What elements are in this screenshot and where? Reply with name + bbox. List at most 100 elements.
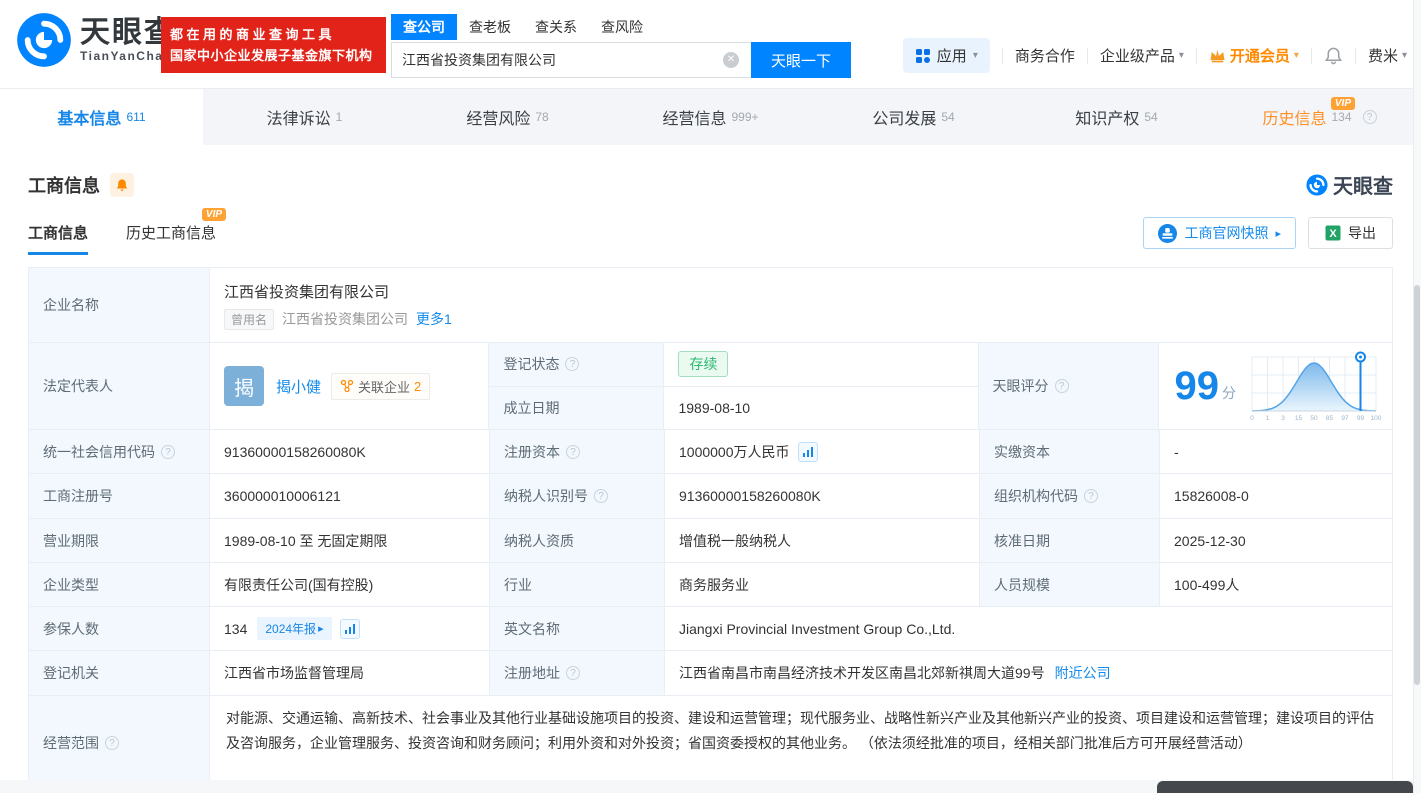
score-unit: 分: [1222, 383, 1236, 403]
score-cell: 99 分 0131550859799100: [1159, 343, 1393, 429]
search-widget: 查公司 查老板 查关系 查风险 ✕ 天眼一下: [391, 14, 851, 78]
tab-operating-risk[interactable]: 经营风险 78: [406, 89, 609, 145]
tab-label: 基本信息: [57, 105, 121, 129]
tab-legal-proceedings[interactable]: 法律诉讼 1: [203, 89, 406, 145]
help-icon[interactable]: ?: [105, 736, 119, 750]
insured-label: 参保人数: [29, 607, 210, 650]
clear-icon[interactable]: ✕: [723, 52, 739, 68]
nav-apps[interactable]: 应用 ▾: [903, 38, 990, 73]
insured-cell: 134 2024年报 ▸: [210, 607, 490, 650]
search-tab-company[interactable]: 查公司: [391, 14, 457, 40]
staff-size-label: 人员规模: [980, 563, 1160, 606]
nearby-companies-link[interactable]: 附近公司: [1055, 663, 1111, 683]
table-row: 登记状态? 存续: [489, 343, 977, 387]
more-link[interactable]: 更多1: [416, 309, 452, 329]
help-icon[interactable]: ?: [566, 445, 580, 459]
status-date-group: 登记状态? 存续 成立日期 1989-08-10: [489, 343, 978, 429]
help-icon[interactable]: ?: [565, 357, 579, 371]
company-type-cell: 有限责任公司(国有控股): [210, 563, 490, 606]
help-icon[interactable]: ?: [594, 489, 608, 503]
export-button[interactable]: X 导出: [1308, 217, 1393, 249]
paid-capital-label: 实缴资本: [980, 430, 1160, 473]
nav-user[interactable]: 费米 ▾: [1368, 45, 1407, 66]
tab-basic-info[interactable]: 基本信息 611: [0, 89, 203, 145]
help-icon[interactable]: ?: [161, 445, 175, 459]
search-input[interactable]: [391, 42, 751, 78]
help-icon[interactable]: ?: [566, 666, 580, 680]
reg-capital-cell: 1000000万人民币: [665, 430, 980, 473]
reg-authority-label: 登记机关: [29, 651, 210, 695]
business-term-cell: 1989-08-10 至 无固定期限: [210, 519, 490, 562]
search-button[interactable]: 天眼一下: [751, 42, 851, 78]
reg-authority-cell: 江西省市场监督管理局: [210, 651, 490, 695]
trend-chart-icon[interactable]: [798, 442, 818, 462]
annual-report-badge[interactable]: 2024年报 ▸: [257, 617, 331, 640]
scrollbar[interactable]: [1413, 0, 1421, 793]
divider: [1196, 48, 1197, 64]
tab-count: 611: [126, 110, 145, 124]
tab-count: 134: [1331, 110, 1351, 124]
legal-rep-name[interactable]: 揭小健: [276, 376, 321, 397]
label-text: 登记状态: [503, 354, 559, 374]
help-icon[interactable]: ?: [1084, 489, 1098, 503]
legal-rep-label: 法定代表人: [29, 343, 210, 429]
tab-business-info[interactable]: 经营信息 999+: [609, 89, 812, 145]
snapshot-button[interactable]: 工商官网快照 ▸: [1143, 217, 1296, 249]
label-text: 注册地址: [504, 663, 560, 683]
tab-history-info[interactable]: VIP 历史信息 134 ?: [1218, 89, 1421, 145]
tab-company-development[interactable]: 公司发展 54: [812, 89, 1015, 145]
search-tab-risk[interactable]: 查风险: [589, 14, 655, 40]
subtabs: 工商信息 历史工商信息 VIP: [28, 222, 216, 255]
table-row: 企业类型 有限责任公司(国有控股) 行业 商务服务业 人员规模 100-499人: [29, 563, 1392, 607]
top-nav: 应用 ▾ 商务合作 企业级产品 ▾ 开通会员 ▾: [903, 38, 1407, 73]
bottom-strip: [0, 780, 1421, 793]
reg-number-label: 工商注册号: [29, 474, 210, 518]
tab-count: 1: [336, 110, 343, 124]
vip-badge: VIP: [1331, 97, 1355, 110]
alert-bell-icon[interactable]: [110, 173, 134, 197]
paid-capital-cell: -: [1160, 430, 1392, 473]
related-company-badge[interactable]: 关联企业 2: [331, 373, 430, 400]
stamp-icon: [1158, 224, 1177, 243]
divider: [1355, 48, 1356, 64]
search-tab-boss[interactable]: 查老板: [457, 14, 523, 40]
label-text: 统一社会信用代码: [43, 442, 155, 462]
table-row: 统一社会信用代码? 91360000158260080K 注册资本? 10000…: [29, 430, 1392, 474]
scrollbar-thumb[interactable]: [1414, 285, 1420, 685]
search-tab-relation[interactable]: 查关系: [523, 14, 589, 40]
company-name: 江西省投资集团有限公司: [224, 281, 389, 302]
tianyancha-logo-icon: [16, 12, 72, 68]
trend-chart-icon[interactable]: [340, 619, 360, 639]
nav-user-label: 费米: [1368, 45, 1398, 66]
legal-rep-avatar[interactable]: 揭: [224, 366, 264, 406]
nav-open-vip[interactable]: 开通会员 ▾: [1209, 45, 1299, 66]
excel-icon: X: [1325, 225, 1341, 241]
table-row: 工商注册号 360000010006121 纳税人识别号? 9136000015…: [29, 474, 1392, 519]
vip-badge: VIP: [202, 208, 226, 221]
nav-business-coop[interactable]: 商务合作: [1015, 45, 1075, 66]
org-code-cell: 15826008-0: [1160, 474, 1392, 518]
help-icon[interactable]: ?: [1055, 379, 1069, 393]
notification-bell-icon[interactable]: [1324, 46, 1343, 65]
insured-count: 134: [224, 621, 247, 637]
subtab-business-info[interactable]: 工商信息: [28, 222, 88, 255]
tab-intellectual-property[interactable]: 知识产权 54: [1015, 89, 1218, 145]
score-chart[interactable]: 0131550859799100: [1246, 349, 1384, 423]
watermark-bar: [1157, 781, 1413, 793]
business-info-table: 企业名称 江西省投资集团有限公司 曾用名 江西省投资集团公司 更多1 法定代表人…: [28, 267, 1393, 791]
tab-count: 54: [941, 110, 954, 124]
nav-enterprise-product[interactable]: 企业级产品 ▾: [1100, 45, 1184, 66]
divider: [1087, 48, 1088, 64]
tab-count: 999+: [731, 110, 758, 124]
tab-count: 54: [1144, 110, 1157, 124]
label-text: 注册资本: [504, 442, 560, 462]
watermark-text: 天眼查: [1333, 170, 1393, 199]
reg-number-cell: 360000010006121: [210, 474, 490, 518]
chevron-down-icon: ▾: [973, 50, 978, 61]
approval-date-cell: 2025-12-30: [1160, 519, 1392, 562]
help-icon[interactable]: ?: [1363, 110, 1377, 124]
arrow-right-icon: ▸: [318, 622, 324, 635]
industry-cell: 商务服务业: [665, 563, 980, 606]
chevron-down-icon: ▾: [1402, 50, 1407, 61]
subtab-history-business-info[interactable]: 历史工商信息 VIP: [126, 222, 216, 255]
